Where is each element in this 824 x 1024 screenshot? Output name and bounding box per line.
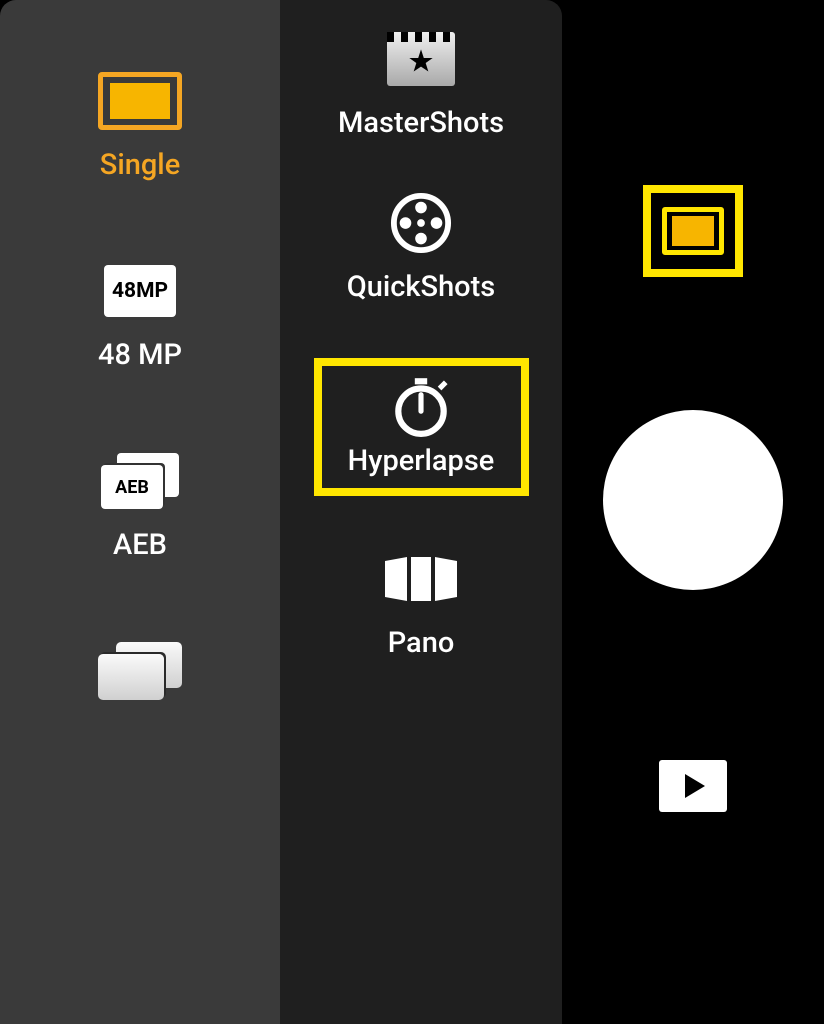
mode-label: MasterShots [338,106,504,140]
photo-icon [662,207,724,255]
mode-burst[interactable] [0,642,280,700]
photo-mode-column: Single 48MP 48 MP AEB AEB [0,0,280,1024]
camera-controls-column [562,0,824,1024]
mode-label: AEB [113,528,167,562]
mode-label: Single [100,148,180,182]
mode-aeb[interactable]: AEB AEB [0,452,280,562]
mode-label: QuickShots [347,270,495,304]
film-reel-icon [390,194,452,252]
shot-mode-column: MasterShots QuickShots Hyperlapse [280,0,562,1024]
playback-button[interactable] [659,760,727,812]
stopwatch-icon [388,376,454,434]
single-icon [98,72,182,130]
stack-icon [98,642,182,700]
mode-label: Hyperlapse [348,444,495,478]
aeb-icon: AEB [101,452,179,510]
mode-label: 48 MP [98,338,182,372]
48mp-icon: 48MP [104,262,176,320]
mode-single[interactable]: Single [0,72,280,182]
mode-mastershots[interactable]: MasterShots [280,30,562,140]
mode-pano[interactable]: Pano [280,550,562,660]
pano-icon [383,550,459,608]
mode-quickshots[interactable]: QuickShots [280,194,562,304]
mastershots-icon [387,30,455,88]
mode-48mp[interactable]: 48MP 48 MP [0,262,280,372]
photo-mode-toggle[interactable] [643,185,743,277]
mode-hyperlapse[interactable]: Hyperlapse [314,358,529,496]
mode-label: Pano [388,626,455,660]
shutter-button[interactable] [603,410,783,590]
